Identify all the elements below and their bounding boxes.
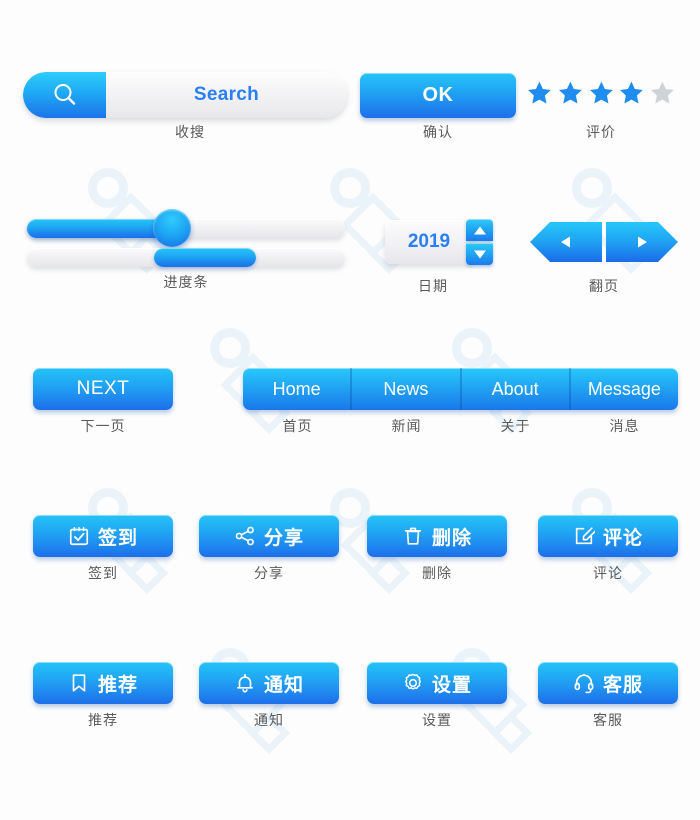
delete-caption: 删除 [422,566,452,582]
nav-bar: Home News About Message [243,368,678,410]
headset-icon [574,674,594,694]
share-caption: 分享 [254,566,284,582]
watermark [210,328,291,435]
ok-button-label: OK [422,84,454,106]
watermark [572,168,653,275]
search-caption: 收搜 [175,125,205,141]
ok-button[interactable]: OK [360,73,516,118]
search-input[interactable]: Search [106,72,347,118]
date-value: 2019 [407,231,451,252]
support-caption: 客服 [593,713,623,729]
notification-caption: 通知 [254,713,284,729]
share-button[interactable]: 分享 [199,515,339,557]
comment-caption: 评论 [593,566,623,582]
pager-next-button[interactable] [606,222,678,262]
progress-caption: 进度条 [163,275,209,291]
nav-label: Message [587,378,661,399]
triangle-left-icon [561,236,570,248]
bookmark-icon [72,674,86,692]
star-icon-filled[interactable] [556,78,585,108]
settings-caption: 设置 [422,713,452,729]
slider-handle[interactable] [153,209,191,247]
search-input-value: Search [193,84,260,105]
checkin-button-label: 签到 [97,526,138,549]
date-stepper[interactable] [466,219,493,265]
edit-square-icon [575,527,595,545]
checkin-button[interactable]: 签到 [33,515,173,557]
checkbox-check-icon [69,527,89,546]
nav-label: News [383,378,429,399]
rating-caption: 评价 [586,125,616,141]
search-bar[interactable]: Search [23,72,347,118]
share-nodes-icon [235,526,254,546]
comment-button-label: 评论 [602,526,643,549]
watermark [88,168,169,275]
share-button-label: 分享 [263,526,304,549]
star-icon-filled[interactable] [587,78,616,108]
gear-icon [405,673,421,690]
nav-item-message[interactable]: Message [568,368,678,410]
support-button[interactable]: 客服 [538,662,678,704]
rating-stars[interactable] [525,78,677,112]
nav-caption-about: 关于 [500,419,531,435]
ui-kit-canvas: Search 收搜 OK 确认 评价 进度条 2019 日期 翻页 NEXT 下… [0,0,700,820]
watermark [330,168,411,275]
nav-caption-home: 首页 [282,419,313,435]
next-caption: 下一页 [80,419,126,435]
support-button-label: 客服 [602,673,643,696]
next-button-label: NEXT [76,378,130,399]
comment-button[interactable]: 评论 [538,515,678,557]
watermark [452,328,533,435]
triangle-down-icon [473,250,486,258]
nav-label: About [491,378,539,399]
triangle-up-icon [473,226,486,234]
notification-button-label: 通知 [263,673,304,696]
star-icon-filled[interactable] [617,78,646,108]
progress-track-2[interactable] [27,248,345,267]
stepper-down-button[interactable] [466,243,493,265]
star-icon-filled[interactable] [525,78,554,108]
date-caption: 日期 [418,279,448,295]
delete-button-label: 删除 [431,526,472,549]
star-icon-empty[interactable] [648,78,677,108]
date-input[interactable]: 2019 [385,220,473,264]
settings-button[interactable]: 设置 [367,662,507,704]
notification-button[interactable]: 通知 [199,662,339,704]
search-button[interactable] [23,72,106,118]
next-button[interactable]: NEXT [33,368,173,410]
nav-caption-message: 消息 [609,419,640,435]
triangle-right-icon [635,234,649,250]
ok-caption: 确认 [423,125,453,141]
recommend-caption: 推荐 [88,713,118,729]
checkin-caption: 签到 [88,566,118,582]
trash-icon [404,527,422,545]
recommend-button-label: 推荐 [97,673,138,696]
recommend-button[interactable]: 推荐 [33,662,173,704]
delete-button[interactable]: 删除 [367,515,507,557]
nav-item-home[interactable]: Home [243,368,350,410]
stepper-up-button[interactable] [466,219,493,241]
bell-icon [237,673,253,693]
nav-label: Home [272,378,321,399]
nav-item-news[interactable]: News [350,368,459,410]
progress-fill-2 [154,248,256,267]
pager-prev-button[interactable] [530,222,602,262]
settings-button-label: 设置 [431,673,472,696]
pager-caption: 翻页 [589,279,619,295]
nav-item-about[interactable]: About [459,368,569,410]
nav-caption-news: 新闻 [391,419,422,435]
search-icon [54,84,75,105]
